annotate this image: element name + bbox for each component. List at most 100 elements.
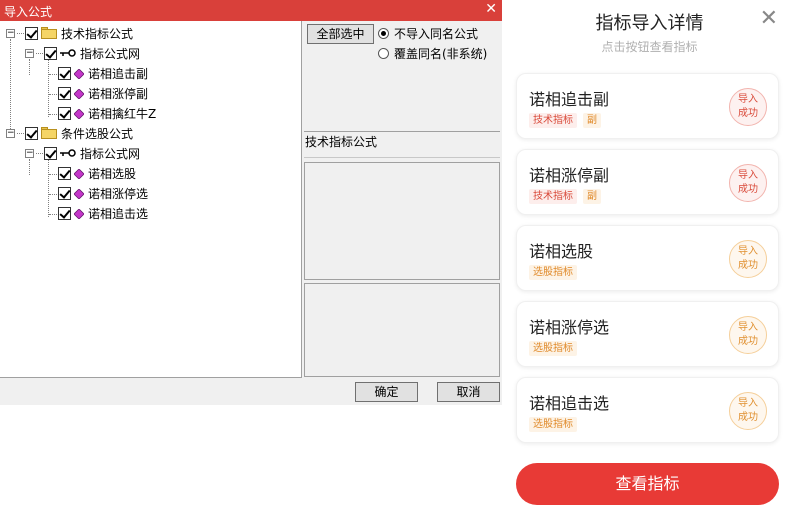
stamp-line: 导入	[738, 170, 758, 181]
tree-checkbox[interactable]	[25, 26, 38, 40]
indicator-name: 诺相追击选	[529, 394, 610, 413]
tree-checkbox[interactable]	[58, 166, 71, 180]
tree-connector	[48, 159, 49, 217]
tree-node-formula[interactable]: 诺相选股	[58, 163, 136, 183]
tree-checkbox[interactable]	[44, 46, 57, 60]
category-tag: 选股指标	[529, 265, 577, 280]
tree-node-label: 诺相选股	[88, 166, 137, 181]
tree-node-tech-formulas[interactable]: − 技术指标公式	[6, 23, 133, 43]
tree-checkbox[interactable]	[58, 86, 71, 100]
import-result-card[interactable]: 诺相追击选 选股指标 导入 成功	[516, 377, 779, 443]
indicator-name: 诺相选股	[529, 242, 594, 261]
tree-connector	[49, 74, 57, 75]
category-tag: 技术指标	[529, 189, 577, 204]
gem-icon	[73, 68, 85, 80]
indicator-name: 诺相追击副	[529, 90, 610, 109]
tree-checkbox[interactable]	[44, 146, 57, 160]
tree-node-label: 诺相涨停副	[88, 86, 149, 101]
tree-checkbox[interactable]	[25, 126, 38, 140]
key-icon	[60, 148, 76, 158]
radio-label: 不导入同名公式	[394, 26, 479, 41]
dialog-titlebar: 导入公式 ✕	[0, 0, 502, 21]
tree-node-formula[interactable]: 诺相追击副	[58, 63, 148, 83]
tree-node-formula[interactable]: 诺相追击选	[58, 203, 148, 223]
tree-connector	[49, 94, 57, 95]
tree-checkbox[interactable]	[58, 106, 71, 120]
import-result-card[interactable]: 诺相选股 选股指标 导入 成功	[516, 225, 779, 291]
category-tag: 技术指标	[529, 113, 577, 128]
tree-connector	[49, 174, 57, 175]
category-tag: 选股指标	[529, 417, 577, 432]
tree-node-label: 指标公式网	[80, 46, 141, 61]
close-icon[interactable]: ✕	[760, 6, 778, 31]
divider	[304, 131, 500, 132]
import-result-card[interactable]: 诺相追击副 技术指标 副 导入 成功	[516, 73, 779, 139]
import-success-stamp: 导入 成功	[729, 88, 767, 126]
formula-tree: − 技术指标公式 − 指标公式网 诺相追击副 诺相涨停副 诺相擒红牛Z − 条件…	[0, 21, 302, 378]
gem-icon	[73, 168, 85, 180]
cancel-button[interactable]: 取消	[437, 382, 500, 402]
tree-connector	[48, 59, 49, 117]
tree-node-label: 指标公式网	[80, 146, 141, 161]
type-tag: 副	[583, 189, 601, 204]
tree-node-label: 技术指标公式	[61, 26, 134, 41]
folder-icon	[41, 27, 57, 39]
stamp-line: 成功	[738, 260, 758, 271]
tree-checkbox[interactable]	[58, 66, 71, 80]
gem-icon	[73, 208, 85, 220]
tree-connector	[36, 52, 43, 54]
indicator-name: 诺相涨停副	[529, 166, 610, 185]
collapse-toggle[interactable]: −	[6, 128, 15, 138]
stamp-line: 成功	[738, 184, 758, 195]
radio-button[interactable]	[378, 47, 389, 59]
key-icon	[60, 48, 76, 58]
import-result-card[interactable]: 诺相涨停选 选股指标 导入 成功	[516, 301, 779, 367]
tree-node-formula[interactable]: 诺相涨停选	[58, 183, 148, 203]
gem-icon	[73, 108, 85, 120]
tree-connector	[17, 32, 24, 34]
import-options: 全部选中 不导入同名公式 覆盖同名(非系统) 技术指标公式	[303, 21, 502, 378]
tree-node-label: 诺相追击副	[88, 66, 149, 81]
tree-node-label: 诺相涨停选	[88, 186, 149, 201]
tree-node-formula-net[interactable]: − 指标公式网	[25, 143, 140, 163]
radio-overwrite-duplicates[interactable]: 覆盖同名(非系统)	[378, 45, 487, 61]
gem-icon	[73, 188, 85, 200]
dialog-close-icon[interactable]: ✕	[485, 1, 497, 17]
folder-icon	[41, 127, 57, 139]
tree-node-formula-net[interactable]: − 指标公式网	[25, 43, 140, 63]
formula-description-box	[304, 162, 500, 280]
tree-node-formula[interactable]: 诺相涨停副	[58, 83, 148, 103]
tree-connector	[49, 114, 57, 115]
tree-node-label: 诺相追击选	[88, 206, 149, 221]
radio-button[interactable]	[378, 27, 389, 39]
import-result-card[interactable]: 诺相涨停副 技术指标 副 导入 成功	[516, 149, 779, 215]
tree-connector	[36, 152, 43, 154]
formula-type-label: 技术指标公式	[305, 135, 378, 149]
formula-detail-box	[304, 283, 500, 377]
stamp-line: 导入	[738, 398, 758, 409]
import-success-stamp: 导入 成功	[729, 392, 767, 430]
stamp-line: 成功	[738, 336, 758, 347]
tree-node-label: 条件选股公式	[61, 126, 134, 141]
tree-node-label: 诺相擒红牛Z	[88, 106, 157, 121]
collapse-toggle[interactable]: −	[6, 28, 15, 38]
collapse-toggle[interactable]: −	[25, 148, 34, 158]
stamp-line: 导入	[738, 94, 758, 105]
tree-checkbox[interactable]	[58, 186, 71, 200]
ok-button[interactable]: 确定	[355, 382, 418, 402]
stamp-line: 导入	[738, 246, 758, 257]
tree-node-screening-formulas[interactable]: − 条件选股公式	[6, 123, 133, 143]
select-all-button[interactable]: 全部选中	[307, 24, 374, 44]
divider	[304, 157, 500, 158]
view-indicators-button[interactable]: 查看指标	[516, 463, 779, 505]
import-formula-dialog: 导入公式 ✕ − 技术指标公式 − 指标公式网 诺相追击副 诺相涨停副 诺相擒红…	[0, 0, 502, 405]
tree-node-formula[interactable]: 诺相擒红牛Z	[58, 103, 156, 123]
radio-skip-duplicates[interactable]: 不导入同名公式	[378, 25, 478, 41]
type-tag: 副	[583, 113, 601, 128]
stamp-line: 导入	[738, 322, 758, 333]
import-success-stamp: 导入 成功	[729, 316, 767, 354]
stamp-line: 成功	[738, 108, 758, 119]
tree-checkbox[interactable]	[58, 206, 71, 220]
collapse-toggle[interactable]: −	[25, 48, 34, 58]
stamp-line: 成功	[738, 412, 758, 423]
